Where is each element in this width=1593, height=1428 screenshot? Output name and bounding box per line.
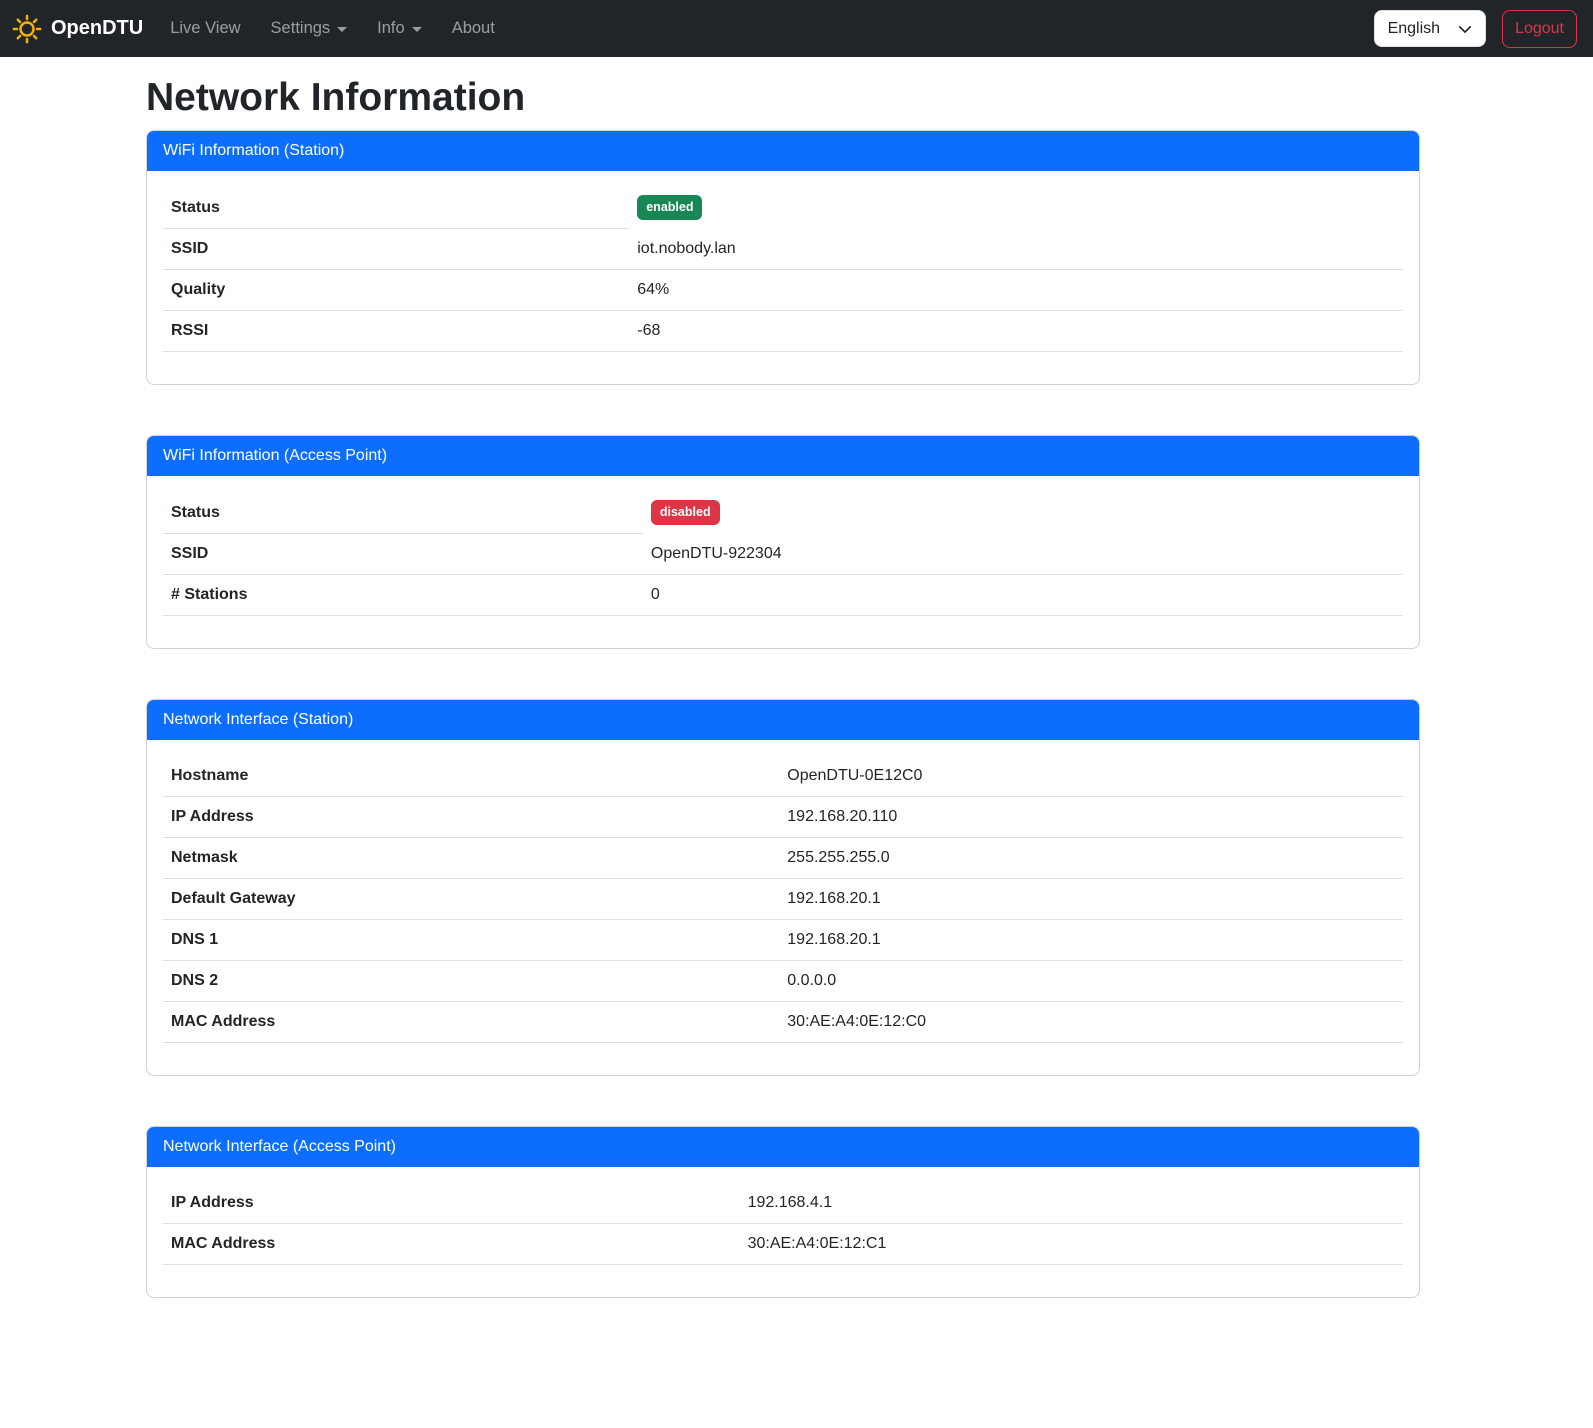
info-table: IP Address 192.168.4.1 MAC Address 30:AE… [163, 1183, 1403, 1265]
language-selected-value: English [1388, 20, 1440, 38]
logout-button[interactable]: Logout [1502, 10, 1577, 48]
row-label: Hostname [163, 756, 779, 797]
card-header: Network Interface (Access Point) [147, 1127, 1419, 1167]
nav-menu: Live View Settings Info About [155, 11, 510, 46]
table-row: MAC Address 30:AE:A4:0E:12:C0 [163, 1002, 1403, 1043]
row-label: MAC Address [163, 1002, 779, 1043]
card-header: WiFi Information (Station) [147, 131, 1419, 171]
row-label: MAC Address [163, 1224, 740, 1265]
status-badge: enabled [637, 195, 702, 220]
row-value: OpenDTU-922304 [643, 534, 1403, 575]
row-value: 255.255.255.0 [779, 838, 1403, 879]
row-label: Netmask [163, 838, 779, 879]
info-table: Status enabled SSID iot.nobody.lan Quali… [163, 187, 1403, 352]
brand-link[interactable]: OpenDTU [12, 14, 143, 44]
row-value: 30:AE:A4:0E:12:C0 [779, 1002, 1403, 1043]
table-row: Quality 64% [163, 270, 1403, 311]
card-body: Status enabled SSID iot.nobody.lan Quali… [147, 171, 1419, 384]
brand-label: OpenDTU [51, 17, 143, 40]
table-row: RSSI -68 [163, 311, 1403, 352]
row-label: SSID [163, 534, 643, 575]
nav-item-live-view[interactable]: Live View [155, 11, 255, 46]
info-table: Status disabled SSID OpenDTU-922304 # St… [163, 492, 1403, 616]
row-label: Status [163, 187, 629, 229]
row-label: # Stations [163, 575, 643, 616]
card-body: Status disabled SSID OpenDTU-922304 # St… [147, 476, 1419, 648]
row-label: IP Address [163, 797, 779, 838]
row-value: 64% [629, 270, 1403, 311]
table-row: Status enabled [163, 187, 1403, 229]
row-label: Default Gateway [163, 879, 779, 920]
row-value: OpenDTU-0E12C0 [779, 756, 1403, 797]
row-label: DNS 1 [163, 920, 779, 961]
table-row: SSID OpenDTU-922304 [163, 534, 1403, 575]
table-row: SSID iot.nobody.lan [163, 229, 1403, 270]
info-table: Hostname OpenDTU-0E12C0 IP Address 192.1… [163, 756, 1403, 1043]
row-label: DNS 2 [163, 961, 779, 1002]
caret-down-icon [412, 27, 422, 32]
caret-down-icon [337, 27, 347, 32]
nav-item-info[interactable]: Info [362, 11, 437, 46]
row-label: RSSI [163, 311, 629, 352]
row-label: SSID [163, 229, 629, 270]
info-card: WiFi Information (Access Point) Status d… [146, 435, 1420, 649]
table-row: IP Address 192.168.4.1 [163, 1183, 1403, 1224]
navbar: OpenDTU Live View Settings Info About En… [0, 0, 1593, 57]
table-row: MAC Address 30:AE:A4:0E:12:C1 [163, 1224, 1403, 1265]
table-row: IP Address 192.168.20.110 [163, 797, 1403, 838]
nav-item-settings[interactable]: Settings [256, 11, 363, 46]
table-row: Status disabled [163, 492, 1403, 534]
row-value: 192.168.20.1 [779, 879, 1403, 920]
sun-icon [12, 14, 42, 44]
page-title: Network Information [146, 76, 1420, 120]
row-value: 192.168.20.1 [779, 920, 1403, 961]
card-body: IP Address 192.168.4.1 MAC Address 30:AE… [147, 1167, 1419, 1297]
card-header: Network Interface (Station) [147, 700, 1419, 740]
row-value: enabled [629, 187, 1403, 229]
row-value: 0.0.0.0 [779, 961, 1403, 1002]
table-row: Default Gateway 192.168.20.1 [163, 879, 1403, 920]
cards-container: WiFi Information (Station) Status enable… [146, 130, 1420, 1298]
card-header: WiFi Information (Access Point) [147, 436, 1419, 476]
table-row: Netmask 255.255.255.0 [163, 838, 1403, 879]
table-row: Hostname OpenDTU-0E12C0 [163, 756, 1403, 797]
info-card: Network Interface (Station) Hostname Ope… [146, 699, 1420, 1076]
table-row: DNS 1 192.168.20.1 [163, 920, 1403, 961]
card-body: Hostname OpenDTU-0E12C0 IP Address 192.1… [147, 740, 1419, 1075]
table-row: # Stations 0 [163, 575, 1403, 616]
table-row: DNS 2 0.0.0.0 [163, 961, 1403, 1002]
status-badge: disabled [651, 500, 720, 525]
row-label: Status [163, 492, 643, 534]
row-value: -68 [629, 311, 1403, 352]
info-card: Network Interface (Access Point) IP Addr… [146, 1126, 1420, 1298]
main-content: Network Information WiFi Information (St… [146, 57, 1420, 1428]
info-card: WiFi Information (Station) Status enable… [146, 130, 1420, 385]
row-label: IP Address [163, 1183, 740, 1224]
row-value: disabled [643, 492, 1403, 534]
chevron-down-icon [1458, 22, 1472, 36]
row-value: iot.nobody.lan [629, 229, 1403, 270]
language-select[interactable]: English [1374, 10, 1486, 47]
row-value: 192.168.4.1 [740, 1183, 1403, 1224]
row-label: Quality [163, 270, 629, 311]
row-value: 192.168.20.110 [779, 797, 1403, 838]
row-value: 0 [643, 575, 1403, 616]
nav-item-about[interactable]: About [437, 11, 510, 46]
row-value: 30:AE:A4:0E:12:C1 [740, 1224, 1403, 1265]
